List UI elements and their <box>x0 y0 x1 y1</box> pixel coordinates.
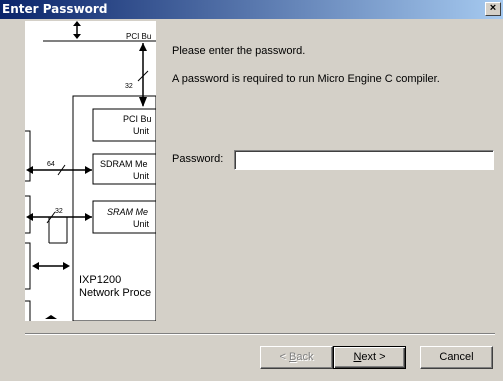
password-field[interactable] <box>234 150 494 170</box>
button-separator <box>25 333 495 335</box>
requirement-text: A password is required to run Micro Engi… <box>172 73 440 85</box>
chip-name-1: IXP1200 <box>79 274 121 286</box>
enter-password-dialog: Enter Password × PCI Bu 32 PCI Bu Unit S… <box>0 0 503 381</box>
password-label: Password: <box>172 153 224 165</box>
pci-width-label: 32 <box>125 83 133 90</box>
bus-arrow-icon <box>73 21 81 39</box>
external-bus-brackets <box>25 130 31 321</box>
sram-unit-label-2: Unit <box>133 219 150 229</box>
cancel-button[interactable]: Cancel <box>420 346 493 369</box>
sram-width-label: 32 <box>55 208 63 215</box>
pci-bus-label: PCI Bu <box>126 32 151 41</box>
back-button[interactable]: < Back <box>260 346 333 369</box>
pci-unit-label-2: Unit <box>133 126 150 136</box>
sdram-unit-label-1: SDRAM Me <box>100 159 148 169</box>
sdram-width-label: 64 <box>47 161 55 168</box>
window-title: Enter Password <box>2 2 108 16</box>
prompt-text: Please enter the password. <box>172 45 306 57</box>
next-button[interactable]: Next > <box>333 346 406 369</box>
pci-width-arrow-icon <box>137 43 149 107</box>
chip-name-2: Network Proce <box>79 287 151 299</box>
ixp1200-block-diagram: PCI Bu 32 PCI Bu Unit SDRAM Me Unit 64 S… <box>25 21 156 321</box>
sram-bus-arrow-icon <box>26 211 92 244</box>
pci-unit-label-1: PCI Bu <box>123 114 152 124</box>
title-bar[interactable]: Enter Password × <box>0 0 503 19</box>
sdram-bus-arrow-icon <box>26 164 92 176</box>
sdram-unit-label-2: Unit <box>133 171 150 181</box>
fbus-arrow-icon <box>32 262 70 270</box>
sram-unit-label-1: SRAM Me <box>107 207 148 217</box>
close-button[interactable]: × <box>485 2 501 16</box>
bottom-arrow-icon <box>45 315 57 319</box>
